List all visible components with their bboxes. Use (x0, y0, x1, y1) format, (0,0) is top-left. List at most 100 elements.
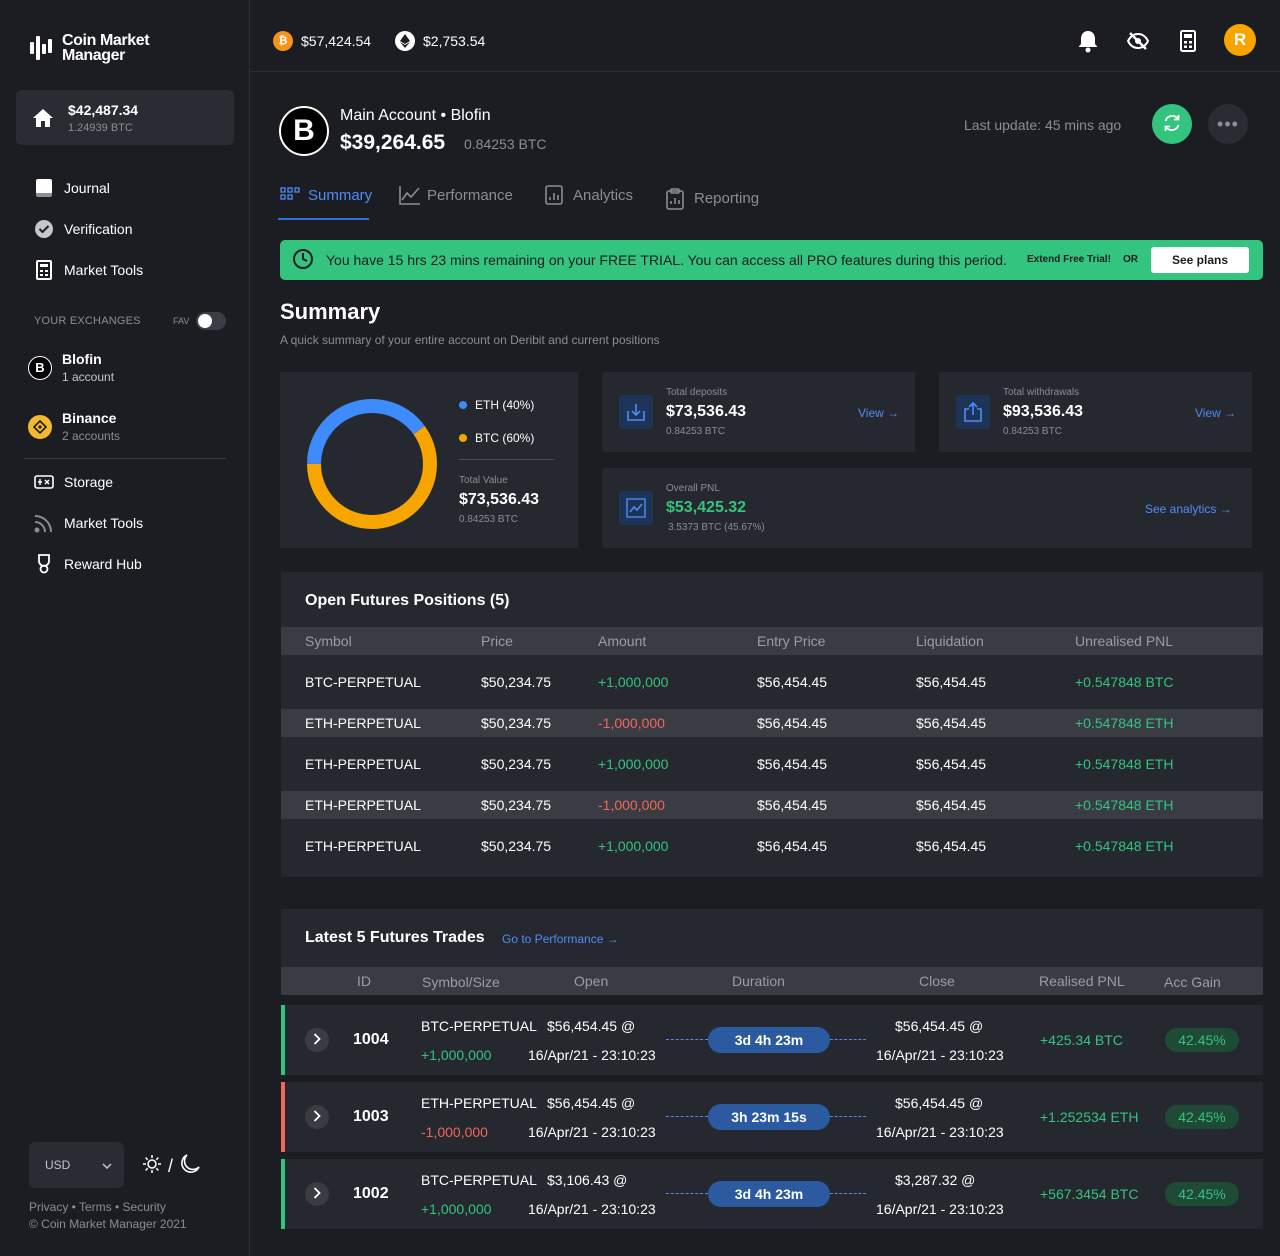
pnl-label: Overall PNL (666, 483, 720, 494)
trade-row[interactable]: 1004 BTC-PERPETUAL +1,000,000 $56,454.45 @ 1… (281, 1005, 1263, 1075)
duration-line (830, 1116, 866, 1117)
eye-off-icon[interactable] (1125, 28, 1151, 54)
position-entry-price: $56,454.45 (757, 838, 828, 854)
header-liquidation: Liquidation (916, 633, 984, 649)
sidebar-divider (24, 458, 226, 459)
position-amount: -1,000,000 (598, 797, 665, 813)
nav-journal[interactable]: Journal (34, 178, 110, 198)
trade-symbol: BTC-PERPETUAL (421, 1018, 537, 1034)
trade-duration: 3d 4h 23m (708, 1181, 830, 1207)
trade-duration: 3d 4h 23m (708, 1027, 830, 1053)
privacy-link[interactable]: Privacy (29, 1200, 68, 1214)
book-icon (34, 178, 54, 198)
position-liquidation: $56,454.45 (916, 715, 987, 731)
legend-btc: BTC (60%) (459, 431, 534, 445)
theme-switch[interactable]: / (142, 1153, 201, 1180)
trade-acc-gain-badge: 42.45% (1165, 1105, 1239, 1129)
bell-icon[interactable] (1075, 28, 1101, 54)
trial-banner: You have 15 hrs 23 mins remaining on you… (280, 240, 1263, 280)
calculator-icon (34, 260, 54, 280)
sun-icon[interactable] (142, 1154, 162, 1179)
currency-select[interactable]: USD (29, 1142, 124, 1188)
deposits-label: Total deposits (666, 387, 728, 398)
storage-icon (34, 472, 54, 492)
clipboard-icon (666, 188, 686, 210)
theme-separator: / (168, 1156, 174, 1176)
refresh-button[interactable] (1152, 104, 1192, 144)
position-symbol: ETH-PERPETUAL (305, 715, 421, 731)
expand-button[interactable] (305, 1182, 329, 1206)
fav-toggle[interactable] (196, 312, 226, 330)
nav-storage[interactable]: Storage (34, 472, 113, 492)
position-unrealised-pnl: +0.547848 ETH (1075, 838, 1174, 854)
chevron-down-icon (102, 1158, 112, 1172)
trade-row[interactable]: 1003 ETH-PERPETUAL -1,000,000 $56,454.45 @ 1… (281, 1082, 1263, 1152)
position-amount: +1,000,000 (598, 674, 669, 690)
moon-icon[interactable] (179, 1153, 201, 1180)
tab-analytics[interactable]: Analytics (545, 185, 633, 205)
extend-trial-link[interactable]: Extend Free Trial! (1027, 254, 1111, 265)
expand-button[interactable] (305, 1028, 329, 1052)
line-chart-icon (399, 185, 420, 205)
logo[interactable]: Coin Market Manager (30, 32, 150, 64)
nav-reward-hub[interactable]: Reward Hub (34, 554, 142, 574)
position-entry-price: $56,454.45 (757, 756, 828, 772)
see-analytics-link[interactable]: See analytics → (1145, 502, 1232, 516)
table-row[interactable]: ETH-PERPETUAL $50,234.75 -1,000,000 $56,454… (281, 791, 1263, 819)
trade-realised-pnl: +425.34 BTC (1040, 1032, 1123, 1048)
go-to-performance-link[interactable]: Go to Performance → (502, 932, 619, 946)
header-open: Open (574, 973, 609, 989)
more-button[interactable]: ••• (1208, 104, 1248, 144)
account-name: Main Account (340, 107, 437, 124)
exchange-blofin-accounts: 1 account (62, 370, 115, 384)
nav-market-tools-2[interactable]: Market Tools (34, 513, 143, 533)
header-unrealised-pnl: Unrealised PNL (1075, 633, 1174, 649)
home-icon (32, 108, 54, 128)
trade-row[interactable]: 1002 BTC-PERPETUAL +1,000,000 $3,106.43 @ 16… (281, 1159, 1263, 1229)
tab-performance[interactable]: Performance (399, 185, 513, 205)
duration-line (830, 1193, 866, 1194)
tab-summary[interactable]: Summary (280, 185, 372, 205)
balance-card[interactable]: $42,487.34 1.24939 BTC (16, 90, 234, 145)
account-title: Main Account • Blofin (340, 107, 491, 124)
see-plans-button[interactable]: See plans (1151, 247, 1249, 273)
tab-reporting[interactable]: Reporting (666, 188, 759, 210)
balance-amount: $42,487.34 (68, 101, 139, 118)
logo-text-line1: Coin Market (62, 32, 150, 49)
summary-subtitle: A quick summary of your entire account o… (280, 333, 660, 347)
expand-button[interactable] (305, 1105, 329, 1129)
refresh-icon (1162, 113, 1182, 136)
position-symbol: ETH-PERPETUAL (305, 756, 421, 772)
nav-journal-label: Journal (64, 180, 110, 196)
trade-size: -1,000,000 (421, 1124, 488, 1140)
withdrawals-label: Total withdrawals (1003, 387, 1080, 398)
withdrawals-view-link[interactable]: View → (1195, 406, 1236, 420)
nav-verification[interactable]: Verification (34, 219, 132, 239)
summary-title: Summary (280, 299, 381, 324)
terms-link[interactable]: Terms (79, 1200, 112, 1214)
table-row[interactable]: ETH-PERPETUAL $50,234.75 -1,000,000 $56,454… (281, 709, 1263, 737)
table-row[interactable]: ETH-PERPETUAL $50,234.75 +1,000,000 $56,454… (281, 832, 1263, 860)
nav-verification-label: Verification (64, 221, 133, 237)
tab-analytics-label: Analytics (573, 186, 634, 204)
account-logo-icon: B (279, 106, 329, 156)
btc-price-value: $57,424.54 (301, 33, 372, 49)
exchange-binance[interactable]: Binance 2 accounts (28, 410, 120, 443)
clock-icon (292, 248, 314, 273)
exchange-blofin[interactable]: B Blofin 1 account (28, 351, 114, 384)
trade-close-price: $56,454.45 @ (895, 1018, 984, 1034)
table-row[interactable]: ETH-PERPETUAL $50,234.75 +1,000,000 $56,454… (281, 750, 1263, 778)
header-id: ID (357, 973, 371, 989)
avatar[interactable]: R (1224, 24, 1256, 56)
security-link[interactable]: Security (123, 1200, 166, 1214)
position-symbol: BTC-PERPETUAL (305, 674, 421, 690)
trade-id: 1004 (353, 1031, 389, 1048)
header-symbol: Symbol (305, 633, 352, 649)
nav-market-tools[interactable]: Market Tools (34, 260, 143, 280)
position-amount: -1,000,000 (598, 715, 665, 731)
deposits-view-link[interactable]: View → (858, 406, 899, 420)
calculator-icon[interactable] (1175, 28, 1201, 54)
logo-icon (30, 34, 54, 62)
table-row[interactable]: BTC-PERPETUAL $50,234.75 +1,000,000 $56,454… (281, 668, 1263, 696)
position-entry-price: $56,454.45 (757, 797, 828, 813)
